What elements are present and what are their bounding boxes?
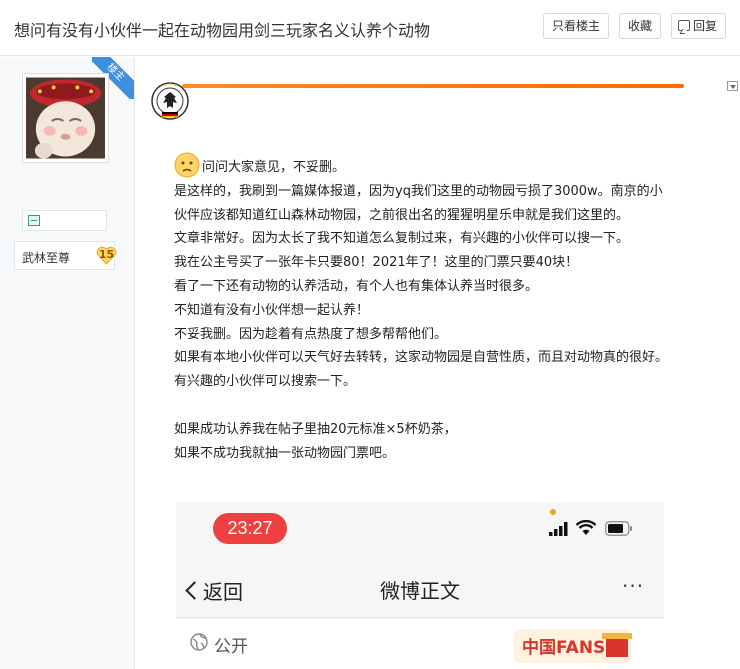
user-level-badge (22, 210, 107, 231)
wifi-icon (575, 520, 597, 535)
post-line: 问问大家意见，不妥删。 (174, 152, 674, 180)
post-line: 不妥我删。因为趁着有点热度了想多帮帮他们。 (174, 326, 448, 342)
cellular-signal-icon (549, 522, 568, 536)
phone-page-title: 微博正文 (380, 579, 460, 603)
china-fans-badge: 中国FANS (514, 629, 632, 663)
thread-title: 想问有没有小伙伴一起在动物园用剑三玩家名义认养个动物 (14, 21, 431, 40)
rank-level-number: 15 (98, 248, 115, 261)
recording-dot-icon (550, 509, 556, 515)
phone-status-bar: 23:27 (176, 502, 664, 554)
reply-label: 回复 (693, 19, 718, 33)
only-op-button[interactable]: 只看楼主 (543, 13, 610, 39)
visibility-row: 公开 中国FANS (176, 619, 664, 669)
globe-icon (190, 633, 208, 651)
user-rank: 武林至尊 15 (14, 241, 117, 270)
visibility-label: 公开 (214, 637, 248, 657)
post-line: 不知道有没有小伙伴想一起认养！ (174, 302, 370, 318)
rank-name: 武林至尊 (22, 251, 71, 265)
post-line: 是这样的，我刷到一篇媒体报道，因为yq我们这里的动物园亏损了3000w。南京的小… (174, 183, 663, 223)
post-line: 如果成功认养我在帖子里抽20元标准×5杯奶茶， (174, 421, 457, 437)
battery-icon (605, 521, 632, 536)
reply-icon (678, 20, 690, 31)
favorite-button[interactable]: 收藏 (619, 13, 662, 39)
phone-nav-bar: 返回 微博正文 ··· (176, 562, 664, 618)
worried-face-icon (174, 152, 200, 178)
post-line: 如果有本地小伙伴可以天气好去转转，这家动物园是自营性质，而且对动物真的很好。有兴… (174, 350, 669, 390)
post-content: 问问大家意见，不妥删。 是这样的，我刷到一篇媒体报道，因为yq我们这里的动物园亏… (174, 152, 674, 466)
avatar-image (26, 77, 105, 159)
post-header (150, 75, 740, 125)
post-menu-dropdown[interactable] (727, 81, 738, 91)
phone-time: 23:27 (213, 513, 287, 544)
svg-text:中国FANS: 中国FANS (522, 637, 605, 658)
embedded-screenshot[interactable]: 23:27 返回 微博正文 ··· 公开 中国FANS (176, 502, 664, 669)
post-line: 文章非常好。因为太长了我不知道怎么复制过来，有兴趣的小伙伴可以搜一下。 (174, 231, 630, 247)
thread-header: 想问有没有小伙伴一起在动物园用剑三玩家名义认养个动物 只看楼主 收藏 回复 (0, 0, 740, 56)
post-line: 如果不成功我就抽一张动物园门票吧。 (174, 445, 396, 461)
post-accent-bar (182, 84, 684, 88)
rank-level-badge: 15 (96, 245, 117, 266)
post-line: 我在公主号买了一张年卡只要80！2021年了！这里的门票只要40块！ (174, 255, 579, 271)
more-options-button[interactable]: ··· (622, 574, 644, 598)
post-line: 看了一下还有动物的认养活动，有个人也有集体认养当时很多。 (174, 278, 539, 294)
avatar[interactable] (22, 73, 109, 163)
level-icon (28, 215, 40, 226)
reply-button[interactable]: 回复 (671, 13, 727, 39)
